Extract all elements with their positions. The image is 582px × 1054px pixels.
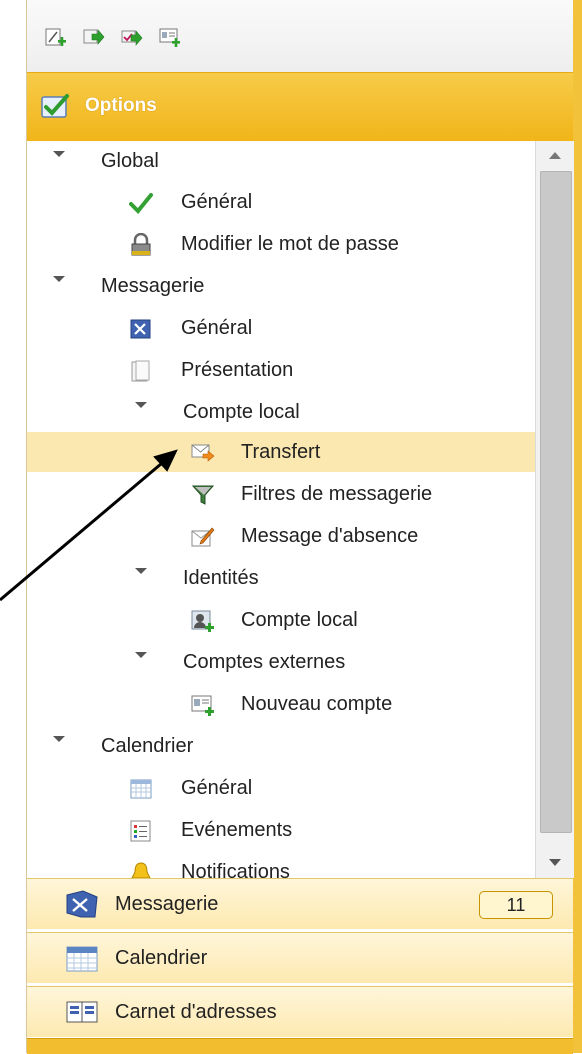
- events-list-icon: [130, 820, 151, 842]
- tree-item-absence-message[interactable]: Message d'absence: [27, 516, 535, 556]
- address-book-icon: [66, 1001, 98, 1023]
- collapse-arrow-icon[interactable]: [51, 736, 67, 746]
- unread-count-badge: 11: [479, 891, 553, 919]
- checkmark-icon: [129, 193, 153, 214]
- tree-group-identites[interactable]: Identités: [27, 558, 535, 598]
- tree-item-new-account[interactable]: Nouveau compte: [27, 684, 535, 724]
- tree-group-messagerie[interactable]: Messagerie: [27, 266, 535, 306]
- collapse-arrow-icon[interactable]: [133, 568, 149, 578]
- nav-carnet-adresses[interactable]: Carnet d'adresses: [27, 986, 573, 1037]
- tree-item-change-password[interactable]: Modifier le mot de passe: [27, 224, 535, 264]
- nav-messagerie[interactable]: Messagerie 11: [27, 878, 573, 929]
- nav-calendrier[interactable]: Calendrier: [27, 932, 573, 983]
- options-check-icon: [41, 94, 69, 118]
- forward-icon[interactable]: [83, 26, 105, 48]
- tree-item-filters[interactable]: Filtres de messagerie: [27, 474, 535, 514]
- tree-item-notifications[interactable]: Notifications: [27, 852, 535, 878]
- bottom-bar: [27, 1038, 573, 1054]
- options-header[interactable]: Options: [27, 72, 573, 142]
- scroll-up-icon[interactable]: [536, 141, 574, 171]
- tree-item-calendar-general[interactable]: Général: [27, 768, 535, 808]
- padlock-icon: [131, 233, 151, 256]
- options-panel: Options Global Général Modifier le mot d…: [26, 0, 574, 1054]
- collapse-arrow-icon[interactable]: [133, 652, 149, 662]
- new-item-icon[interactable]: [45, 26, 67, 48]
- tree-item-identity-local[interactable]: Compte local: [27, 600, 535, 640]
- scroll-down-icon[interactable]: [536, 848, 574, 878]
- new-account-icon: [191, 695, 214, 716]
- tree-group-compte-local[interactable]: Compte local: [27, 392, 535, 432]
- send-receive-icon[interactable]: [121, 26, 143, 48]
- collapse-arrow-icon[interactable]: [51, 276, 67, 286]
- filter-icon: [191, 485, 215, 505]
- options-title: Options: [85, 95, 157, 116]
- tree-item-transfert[interactable]: Transfert: [27, 432, 535, 472]
- tree-item-events[interactable]: Evénements: [27, 810, 535, 850]
- identity-user-icon: [191, 610, 214, 632]
- calendar-grid-icon: [130, 779, 152, 799]
- collapse-arrow-icon[interactable]: [51, 151, 67, 161]
- tree-item-presentation[interactable]: Présentation: [27, 350, 535, 390]
- forward-mail-icon: [191, 444, 215, 462]
- layout-icon: [131, 360, 150, 382]
- tree-item-global-general[interactable]: Général: [27, 182, 535, 222]
- nav-calendrier-label: Calendrier: [115, 947, 208, 969]
- tree-scrollbar[interactable]: [535, 141, 574, 878]
- nav-messagerie-label: Messagerie: [115, 893, 219, 915]
- calendar-icon: [66, 946, 98, 972]
- tree-group-global[interactable]: Global: [27, 141, 535, 181]
- nav-carnet-adresses-label: Carnet d'adresses: [115, 1001, 277, 1023]
- scrollbar-thumb[interactable]: [540, 171, 572, 833]
- messaging-icon: [66, 890, 98, 918]
- toolbar: [27, 0, 573, 73]
- mail-settings-icon: [130, 319, 151, 339]
- tree-group-comptes-externes[interactable]: Comptes externes: [27, 642, 535, 682]
- bell-icon: [131, 862, 151, 878]
- collapse-arrow-icon[interactable]: [133, 402, 149, 412]
- tree-group-calendrier[interactable]: Calendrier: [27, 726, 535, 766]
- tree-item-messagerie-general[interactable]: Général: [27, 308, 535, 348]
- absence-message-icon: [191, 527, 215, 547]
- contact-card-icon[interactable]: [159, 26, 181, 48]
- options-tree: Global Général Modifier le mot de passe …: [27, 141, 535, 878]
